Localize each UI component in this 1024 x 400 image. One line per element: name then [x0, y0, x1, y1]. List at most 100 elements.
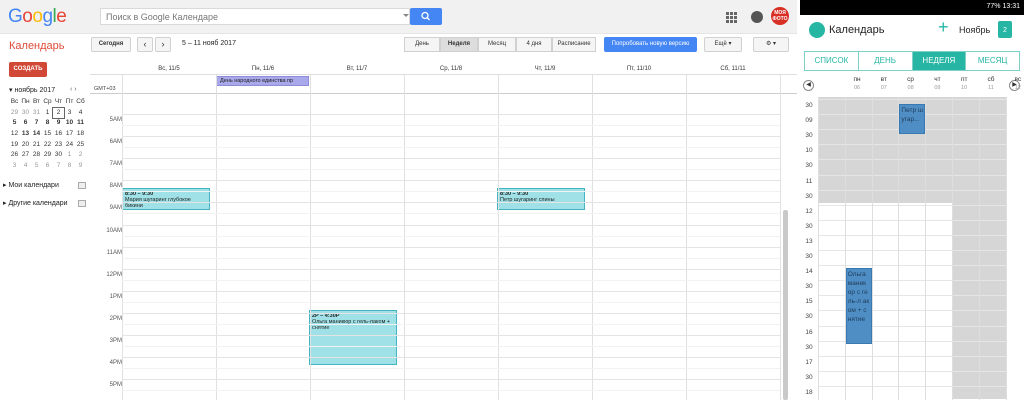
- day-header[interactable]: Чт, 11/9: [498, 66, 592, 72]
- phone-event-card[interactable]: Ольга маник ор с гель-л аком + снятие: [845, 268, 872, 344]
- mini-day[interactable]: 2: [52, 106, 65, 120]
- prev-week-button[interactable]: ‹: [137, 37, 153, 52]
- mini-day[interactable]: 5: [9, 118, 20, 129]
- today-calendar-icon[interactable]: 2: [998, 21, 1012, 38]
- half-hour-line: [122, 301, 780, 303]
- mini-day[interactable]: 29: [42, 150, 53, 161]
- mini-day[interactable]: 31: [31, 108, 42, 119]
- other-calendars-dropdown[interactable]: [78, 200, 86, 207]
- mini-day[interactable]: 10: [64, 118, 75, 129]
- view-schedule-button[interactable]: Расписание: [552, 37, 596, 52]
- mini-day[interactable]: 8: [42, 118, 53, 129]
- phone-weekday[interactable]: сб 11: [978, 76, 1004, 92]
- mini-day[interactable]: 20: [20, 140, 31, 151]
- day-header[interactable]: Вт, 11/7: [310, 66, 404, 72]
- day-header[interactable]: Пт, 11/10: [592, 66, 686, 72]
- tab-list[interactable]: СПИСОК: [805, 52, 859, 70]
- search-input[interactable]: Поиск в Google Календаре: [100, 8, 410, 25]
- month-label[interactable]: Ноябрь: [959, 25, 990, 35]
- phone-hour-label: 30: [805, 132, 813, 140]
- app-title: Календарь: [9, 40, 65, 52]
- my-calendars-dropdown[interactable]: [78, 182, 86, 189]
- mini-day[interactable]: 29: [9, 108, 20, 119]
- mini-day[interactable]: 27: [20, 150, 31, 161]
- tab-month[interactable]: МЕСЯЦ: [966, 52, 1019, 70]
- view-day-button[interactable]: День: [404, 37, 440, 52]
- half-hour-line: [122, 147, 780, 149]
- search-button[interactable]: [410, 8, 442, 25]
- mini-day[interactable]: 7: [53, 161, 64, 172]
- mini-day[interactable]: 16: [53, 129, 64, 140]
- view-4day-button[interactable]: 4 дня: [516, 37, 552, 52]
- mini-day[interactable]: 28: [31, 150, 42, 161]
- mini-day[interactable]: 9: [53, 118, 64, 129]
- mini-day[interactable]: 1: [64, 150, 75, 161]
- day-header[interactable]: Сб, 11/11: [686, 66, 780, 72]
- view-week-button[interactable]: Неделя: [440, 37, 478, 52]
- mini-day[interactable]: 30: [20, 108, 31, 119]
- phone-weekday[interactable]: пн 06: [844, 76, 870, 92]
- search-options-chevron-icon[interactable]: [403, 14, 409, 17]
- all-day-event[interactable]: День народного единства пр: [216, 76, 309, 86]
- my-calendars-toggle[interactable]: ▸ Мои календари: [3, 181, 59, 189]
- mini-day[interactable]: 2: [75, 150, 86, 161]
- phone-weekday[interactable]: вс 12: [1005, 76, 1024, 92]
- mini-day[interactable]: 26: [9, 150, 20, 161]
- day-header[interactable]: Ср, 11/8: [404, 66, 498, 72]
- view-month-button[interactable]: Месяц: [478, 37, 516, 52]
- next-week-button[interactable]: ›: [155, 37, 171, 52]
- today-button[interactable]: Сегодня: [91, 37, 131, 52]
- mini-day[interactable]: 24: [64, 140, 75, 151]
- mini-day[interactable]: 6: [42, 161, 53, 172]
- mini-day[interactable]: 18: [75, 129, 86, 140]
- mini-weekday: Ср: [43, 98, 52, 105]
- mini-calendar-title[interactable]: ▾ ноябрь 2017: [9, 86, 55, 94]
- mini-day[interactable]: 4: [20, 161, 31, 172]
- apps-grid-icon[interactable]: [726, 12, 737, 23]
- mini-calendar-nav[interactable]: ‹ ›: [70, 86, 77, 93]
- phone-hour-label: 18: [805, 388, 813, 396]
- scrollbar[interactable]: [783, 210, 788, 400]
- mini-day[interactable]: 5: [31, 161, 42, 172]
- mini-day[interactable]: 30: [53, 150, 64, 161]
- mini-day[interactable]: 19: [9, 140, 20, 151]
- phone-weekday[interactable]: вт 07: [871, 76, 897, 92]
- mini-day[interactable]: 25: [75, 140, 86, 151]
- mini-day[interactable]: 3: [9, 161, 20, 172]
- notifications-icon[interactable]: [751, 11, 763, 23]
- other-calendars-toggle[interactable]: ▸ Другие календари: [3, 199, 68, 207]
- settings-gear-button[interactable]: ⚙ ▾: [753, 37, 789, 52]
- mini-day[interactable]: 6: [20, 118, 31, 129]
- phone-weekday[interactable]: чт 09: [924, 76, 950, 92]
- mini-day[interactable]: 14: [31, 129, 42, 140]
- mini-day[interactable]: 7: [31, 118, 42, 129]
- phone-weekday[interactable]: пт 10: [951, 76, 977, 92]
- avatar[interactable]: МОЯ ФОТО: [771, 7, 789, 25]
- mini-day[interactable]: 15: [42, 129, 53, 140]
- mini-day[interactable]: 13: [20, 129, 31, 140]
- phone-event-card[interactable]: Петр шугар...: [899, 103, 926, 134]
- tab-day[interactable]: ДЕНЬ: [859, 52, 913, 70]
- mini-day[interactable]: 11: [75, 118, 86, 129]
- phone-hour-line: [818, 159, 1006, 161]
- mini-day[interactable]: 4: [75, 108, 86, 119]
- try-new-version-button[interactable]: Попробовать новую версию: [604, 37, 697, 52]
- tab-week[interactable]: НЕДЕЛЯ: [912, 52, 967, 70]
- google-logo[interactable]: Google: [8, 6, 67, 28]
- mini-day[interactable]: 21: [31, 140, 42, 151]
- phone-weekday[interactable]: ср 08: [898, 76, 924, 92]
- phone-day-divider: [925, 97, 927, 400]
- more-button[interactable]: Ещё ▾: [704, 37, 742, 52]
- mini-day[interactable]: 23: [53, 140, 64, 151]
- mini-day[interactable]: 3: [64, 108, 75, 119]
- add-event-icon[interactable]: +: [938, 18, 949, 36]
- mini-day[interactable]: 12: [9, 129, 20, 140]
- mini-day[interactable]: 8: [64, 161, 75, 172]
- mini-day[interactable]: 22: [42, 140, 53, 151]
- day-header[interactable]: Пн, 11/6: [216, 66, 310, 72]
- mini-day[interactable]: 9: [75, 161, 86, 172]
- mini-day[interactable]: 1: [42, 108, 53, 119]
- create-event-button[interactable]: СОЗДАТЬ: [9, 62, 47, 77]
- day-header[interactable]: Вс, 11/5: [122, 66, 216, 72]
- mini-day[interactable]: 17: [64, 129, 75, 140]
